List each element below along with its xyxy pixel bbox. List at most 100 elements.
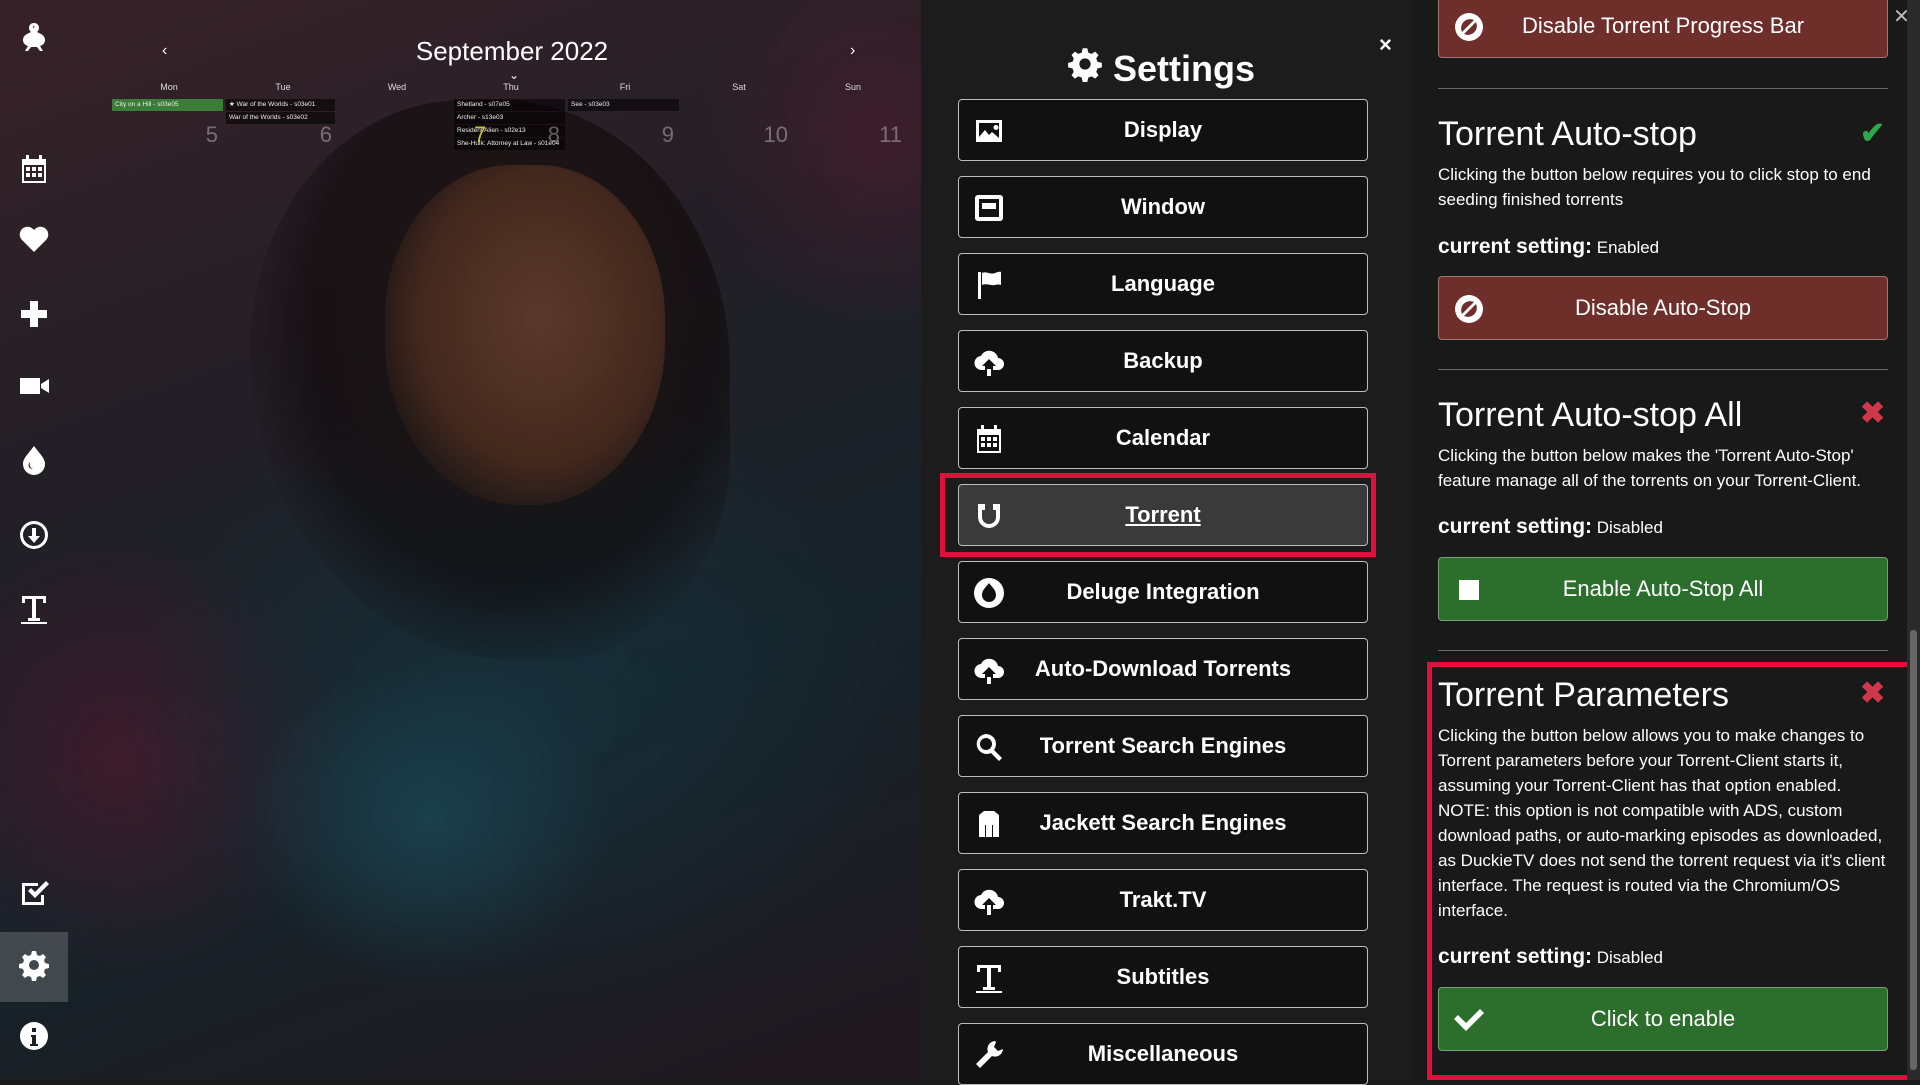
settings-menu-autodownload[interactable]: Auto-Download Torrents bbox=[958, 638, 1368, 700]
calendar-dow-sun: Sun bbox=[844, 82, 861, 92]
calendar-date[interactable]: 5 bbox=[104, 122, 218, 148]
current-setting-label: current setting: bbox=[1438, 515, 1593, 538]
settings-menu-backup[interactable]: Backup bbox=[958, 330, 1368, 392]
flag-icon bbox=[973, 269, 1005, 301]
settings-menu-deluge[interactable]: Deluge Integration bbox=[958, 561, 1368, 623]
calendar-event[interactable]: ★ War of the Worlds - s03e01 bbox=[226, 99, 335, 111]
current-setting-label: current setting: bbox=[1438, 945, 1593, 968]
cloud-download-icon bbox=[973, 654, 1005, 686]
calendar-title[interactable]: September 2022 bbox=[112, 36, 912, 67]
settings-menu-jackett[interactable]: Jackett Search Engines bbox=[958, 792, 1368, 854]
settings-menu-torrent-search[interactable]: Torrent Search Engines bbox=[958, 715, 1368, 777]
sidebar-item-autodownload[interactable] bbox=[0, 502, 68, 572]
square-icon bbox=[1453, 574, 1485, 606]
sidebar-item-add[interactable] bbox=[0, 281, 68, 351]
disable-autostop-button[interactable]: Disable Auto-Stop bbox=[1438, 276, 1888, 340]
settings-menu-label: Auto-Download Torrents bbox=[1034, 656, 1292, 681]
x-icon: ✖ bbox=[1860, 677, 1886, 710]
sidebar-item-watched[interactable] bbox=[0, 860, 68, 930]
current-setting-value: Enabled bbox=[1596, 238, 1660, 257]
calendar-event[interactable]: Shetland - s07e05 bbox=[454, 99, 565, 111]
calendar-date[interactable]: 8 bbox=[446, 122, 560, 148]
sidebar-item-subtitles[interactable] bbox=[0, 576, 68, 646]
button-label: Click to enable bbox=[1590, 1006, 1736, 1031]
sidebar-item-calendar[interactable] bbox=[0, 136, 68, 206]
settings-menu-label: Trakt.TV bbox=[1119, 887, 1207, 912]
calendar-date[interactable]: 11 bbox=[788, 122, 902, 148]
detail-scrollbar-thumb[interactable] bbox=[1910, 630, 1917, 1070]
current-setting: current setting: Disabled bbox=[1438, 515, 1663, 539]
cloud-upload-icon bbox=[973, 885, 1005, 917]
background-image bbox=[0, 0, 921, 1080]
plus-icon bbox=[18, 298, 50, 335]
current-setting-value: Disabled bbox=[1596, 948, 1663, 967]
enable-parameters-button[interactable]: Click to enable bbox=[1438, 987, 1888, 1051]
current-setting: current setting: Disabled bbox=[1438, 945, 1663, 969]
settings-menu-subtitles[interactable]: Subtitles bbox=[958, 946, 1368, 1008]
download-icon bbox=[18, 519, 50, 556]
calendar-dow-mon: Mon bbox=[160, 82, 178, 92]
video-camera-icon bbox=[18, 370, 50, 407]
settings-menu-label: Jackett Search Engines bbox=[1039, 810, 1287, 835]
current-setting-value: Disabled bbox=[1596, 518, 1663, 537]
settings-menu-calendar[interactable]: Calendar bbox=[958, 407, 1368, 469]
section-description: Clicking the button below requires you t… bbox=[1438, 165, 1871, 209]
background-shade bbox=[0, 0, 921, 1080]
calendar-event[interactable]: City on a Hill - s03e05 bbox=[112, 99, 223, 111]
settings-title-text: Settings bbox=[1112, 47, 1255, 89]
settings-menu-label: Subtitles bbox=[1116, 964, 1210, 989]
check-icon bbox=[1453, 1004, 1485, 1036]
section-title-autostop-all: Torrent Auto-stop All bbox=[1438, 396, 1743, 434]
sidebar-item-settings[interactable] bbox=[0, 932, 68, 1002]
sidebar-item-watchlist[interactable] bbox=[0, 353, 68, 423]
enable-autostop-all-button[interactable]: Enable Auto-Stop All bbox=[1438, 557, 1888, 621]
torrent-settings-panel: □✕ Disable Torrent Progress Bar Torrent … bbox=[1413, 0, 1920, 1080]
sidebar-item-favorites[interactable] bbox=[0, 206, 68, 276]
cloud-download-icon bbox=[973, 346, 1005, 378]
close-icon[interactable]: × bbox=[1379, 32, 1392, 58]
button-label: Disable Torrent Progress Bar bbox=[1521, 13, 1805, 38]
settings-menu-window[interactable]: Window bbox=[958, 176, 1368, 238]
sidebar-logo[interactable] bbox=[0, 4, 68, 74]
calendar-caret-icon[interactable]: ⌄ bbox=[509, 68, 519, 82]
calendar-widget: ‹ September 2022 ⌄ › Mon Tue Wed Thu Fri… bbox=[112, 30, 912, 160]
section-title-autostop: Torrent Auto-stop bbox=[1438, 115, 1697, 153]
settings-menu-misc[interactable]: Miscellaneous bbox=[958, 1023, 1368, 1085]
heart-icon bbox=[18, 223, 50, 260]
section-divider bbox=[1438, 369, 1888, 370]
calendar-date[interactable]: 6 bbox=[218, 122, 332, 148]
ban-icon bbox=[1453, 11, 1485, 43]
section-divider bbox=[1438, 650, 1888, 651]
gear-icon bbox=[1067, 46, 1103, 91]
section-divider bbox=[1438, 88, 1888, 89]
settings-menu-label: Deluge Integration bbox=[1066, 579, 1260, 604]
section-description: Clicking the button below makes the 'Tor… bbox=[1438, 446, 1862, 490]
disable-progress-bar-button[interactable]: Disable Torrent Progress Bar bbox=[1438, 0, 1888, 58]
info-icon bbox=[18, 1020, 50, 1057]
check-icon: ✔ bbox=[1860, 117, 1886, 150]
calendar-date[interactable]: 9 bbox=[560, 122, 674, 148]
calendar-icon bbox=[18, 153, 50, 190]
calendar-next-button[interactable]: › bbox=[850, 42, 855, 60]
settings-menu-label: Language bbox=[1111, 271, 1215, 296]
settings-menu-label: Backup bbox=[1123, 348, 1203, 373]
settings-menu-language[interactable]: Language bbox=[958, 253, 1368, 315]
current-setting-label: current setting: bbox=[1438, 235, 1593, 258]
wrench-icon bbox=[973, 1039, 1005, 1071]
sidebar-item-about[interactable] bbox=[0, 1003, 68, 1073]
x-icon: ✖ bbox=[1860, 397, 1886, 430]
settings-panel: Settings × Display Window Language Backu… bbox=[921, 0, 1423, 1085]
calendar-icon bbox=[973, 423, 1005, 455]
current-setting: current setting: Enabled bbox=[1438, 235, 1659, 259]
settings-title: Settings bbox=[921, 46, 1401, 91]
logo-duck-icon bbox=[18, 21, 50, 58]
settings-menu-trakt[interactable]: Trakt.TV bbox=[958, 869, 1368, 931]
torrent-highlight-box bbox=[940, 473, 1376, 557]
calendar-dow-thu: Thu bbox=[503, 82, 519, 92]
sidebar-item-deluge[interactable] bbox=[0, 427, 68, 497]
section-description: Clicking the button below allows you to … bbox=[1438, 726, 1886, 920]
settings-menu-display[interactable]: Display bbox=[958, 99, 1368, 161]
detail-scrollbar[interactable] bbox=[1907, 0, 1920, 1080]
calendar-event[interactable]: See - s03e03 bbox=[568, 99, 679, 111]
calendar-date[interactable]: 10 bbox=[674, 122, 788, 148]
